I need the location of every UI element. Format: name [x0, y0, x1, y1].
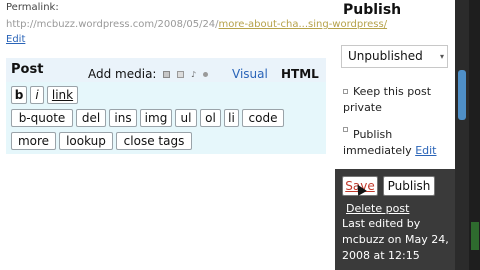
tab-visual[interactable]: Visual [232, 67, 268, 81]
more-button[interactable]: more [11, 132, 56, 150]
keep-private-text: Keep this post private [343, 85, 432, 114]
post-status-value: Unpublished [348, 49, 423, 63]
permalink-url-prefix: http://mcbuzz.wordpress.com/2008/05/24/ [6, 19, 219, 30]
publish-heading: Publish [343, 2, 402, 18]
side-indicator [471, 222, 479, 250]
scrollbar-strip [455, 0, 480, 270]
add-media-icon[interactable] [202, 72, 208, 77]
permalink-edit-link[interactable]: Edit [6, 34, 25, 45]
last-edited-text: Last edited by mcbuzz on May 24, 2008 at… [342, 217, 449, 262]
link-button[interactable]: link [47, 86, 78, 104]
post-heading: Post [11, 62, 44, 77]
del-button[interactable]: del [76, 109, 106, 127]
ol-button[interactable]: ol [200, 109, 221, 127]
close-tags-button[interactable]: close tags [116, 132, 192, 150]
add-media-label: Add media: [88, 67, 157, 81]
submit-box: Save Publish Delete post Last edited by … [335, 169, 455, 270]
publish-immediately-text: Publish immediately [343, 128, 412, 157]
quicktags-toolbar: b i link b-quote del ins img ul ol li co… [6, 82, 326, 154]
italic-button[interactable]: i [30, 86, 44, 104]
publish-edit-link[interactable]: Edit [415, 144, 436, 157]
permalink-label: Permalink: [6, 2, 59, 13]
scrollbar-track[interactable] [455, 0, 469, 270]
scrollbar-thumb[interactable] [458, 70, 466, 120]
li-button[interactable]: li [224, 109, 239, 127]
publish-immediately-label: Publish immediately Edit [343, 127, 463, 159]
publish-button[interactable]: Publish [383, 176, 435, 196]
post-editor-panel: Post Add media: ♪ Visual HTML b i link b… [6, 58, 326, 154]
ins-button[interactable]: ins [109, 109, 137, 127]
blockquote-button[interactable]: b-quote [11, 109, 73, 127]
lookup-button[interactable]: lookup [59, 132, 113, 150]
add-image-icon[interactable] [163, 71, 171, 78]
ul-button[interactable]: ul [175, 109, 197, 127]
add-audio-icon[interactable]: ♪ [191, 70, 196, 79]
tab-html[interactable]: HTML [281, 67, 319, 81]
keep-private-label: Keep this post private [343, 84, 463, 116]
delete-post-link[interactable]: Delete post [346, 202, 409, 215]
code-button[interactable]: code [242, 109, 284, 127]
post-status-select[interactable]: Unpublished ▾ [341, 45, 448, 68]
permalink-url: http://mcbuzz.wordpress.com/2008/05/24/m… [6, 19, 387, 30]
img-button[interactable]: img [140, 109, 172, 127]
bold-button[interactable]: b [11, 86, 27, 104]
permalink-slug-link[interactable]: more-about-cha...sing-wordpress/ [219, 19, 388, 30]
add-video-icon[interactable] [177, 71, 185, 78]
add-media-bar: Add media: ♪ [88, 67, 208, 81]
chevron-down-icon: ▾ [439, 52, 444, 61]
